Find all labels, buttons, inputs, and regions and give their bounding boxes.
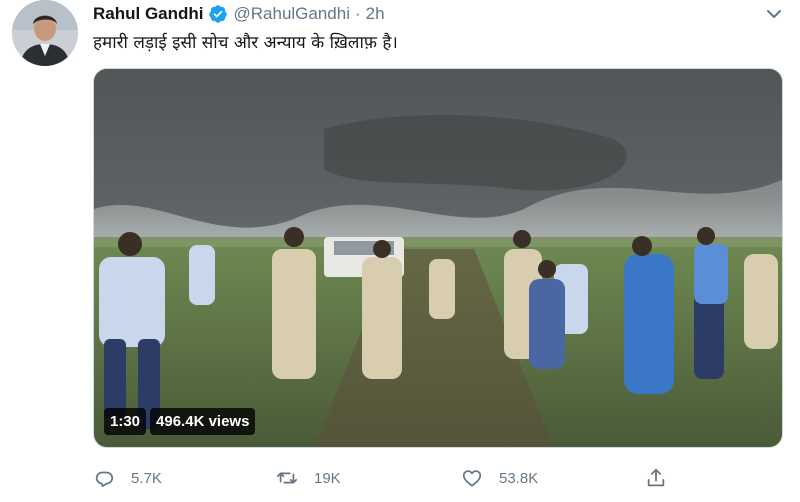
avatar[interactable]: [12, 0, 78, 66]
tweet-timestamp[interactable]: 2h: [366, 4, 385, 24]
retweet-button[interactable]: 19K: [276, 464, 341, 492]
like-count: 53.8K: [499, 469, 539, 487]
reply-count: 5.7K: [131, 469, 162, 487]
tweet: Rahul Gandhi @RahulGandhi · 2h हमारी लड़…: [0, 0, 800, 502]
share-button[interactable]: [645, 464, 683, 492]
share-icon: [647, 468, 665, 487]
author-name[interactable]: Rahul Gandhi: [93, 4, 204, 24]
video-duration: 1:30: [104, 408, 147, 435]
video-views: 496.4K views: [150, 408, 256, 435]
retweet-count: 19K: [314, 469, 341, 487]
retweet-icon: [276, 472, 298, 484]
separator-dot: ·: [355, 4, 361, 23]
chevron-down-icon[interactable]: [764, 4, 784, 24]
video-frame: [94, 69, 782, 447]
tweet-header: Rahul Gandhi @RahulGandhi · 2h: [93, 2, 385, 26]
tweet-text: हमारी लड़ाई इसी सोच और अन्याय के ख़िलाफ़…: [93, 33, 398, 53]
like-button[interactable]: 53.8K: [461, 464, 538, 492]
video-badges: 1:30 496.4K views: [104, 408, 256, 435]
verified-badge-icon: [208, 4, 228, 24]
tweet-actions: 5.7K 19K 53.8K: [93, 464, 693, 492]
reply-icon: [95, 471, 114, 488]
author-handle[interactable]: @RahulGandhi: [234, 4, 351, 24]
video-player[interactable]: 1:30 496.4K views: [93, 68, 783, 448]
reply-button[interactable]: 5.7K: [93, 464, 162, 492]
heart-icon: [462, 470, 482, 487]
